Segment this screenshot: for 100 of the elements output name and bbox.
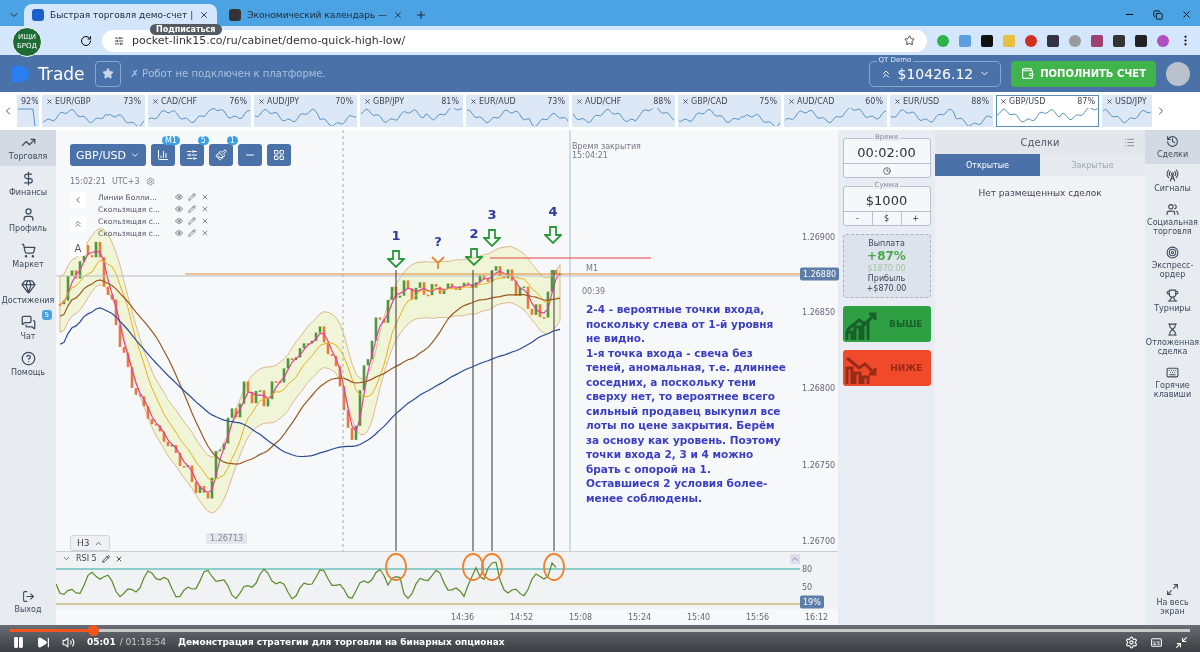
restore-icon[interactable] [1153, 10, 1163, 20]
sidebar-item[interactable]: Финансы [0, 166, 56, 202]
brush-icon [214, 149, 227, 161]
down-arrow-icon [465, 248, 483, 266]
exit-button[interactable]: Выход [0, 585, 56, 619]
browser-tab[interactable]: Быстрая торговля демо-счет | [24, 4, 218, 26]
rsi-level-label: 80 [802, 564, 813, 574]
extension-icon[interactable] [1135, 34, 1147, 47]
progress-handle[interactable] [87, 625, 99, 636]
close-icon[interactable] [576, 98, 583, 105]
avatar[interactable] [1166, 61, 1190, 86]
extension-icon[interactable] [1047, 34, 1059, 47]
next-icon[interactable] [37, 635, 50, 649]
pencil-icon[interactable] [188, 217, 196, 225]
asset-card[interactable]: EUR/AUD 73% [466, 95, 569, 127]
asset-card[interactable]: GBP/USD 87% [996, 95, 1099, 127]
close-icon[interactable] [152, 98, 159, 105]
eye-icon[interactable] [175, 205, 183, 213]
star-icon [101, 67, 114, 80]
asset-card[interactable]: 92% [17, 95, 39, 127]
close-icon[interactable] [364, 98, 371, 105]
rsi-level-label: 50 [802, 582, 813, 592]
exit-fullscreen-icon[interactable] [1175, 635, 1188, 649]
sidebar-item[interactable]: Сигналы [1145, 164, 1200, 198]
close-icon[interactable] [201, 217, 209, 225]
close-icon[interactable] [114, 554, 123, 563]
pair-selector[interactable]: GBP/USD [70, 144, 146, 166]
eye-icon[interactable] [175, 217, 183, 225]
asset-card[interactable]: CAD/CHF 76% [148, 95, 251, 127]
close-icon[interactable] [1000, 98, 1007, 105]
fullscreen-button[interactable]: На весь экран [1145, 578, 1200, 621]
toolbar-button[interactable] [150, 144, 175, 166]
reload-icon[interactable] [80, 34, 92, 47]
captions-icon[interactable] [1150, 635, 1163, 649]
amount-button[interactable]: + [900, 212, 930, 225]
asset-card[interactable]: EUR/USD 88% [890, 95, 993, 127]
close-icon[interactable] [201, 205, 209, 213]
layout-button[interactable] [266, 144, 291, 166]
close-icon[interactable] [46, 98, 53, 105]
robot-status: ✗ Робот не подключен к платформе. [130, 68, 327, 79]
browser-tab[interactable]: Экономический календарь — [221, 4, 412, 26]
sidebar-item[interactable]: Социальная торговля [1145, 198, 1200, 241]
sidebar-item[interactable]: Сделки [1145, 130, 1200, 164]
asset-card[interactable]: GBP/CAD 75% [678, 95, 781, 127]
close-icon[interactable] [788, 98, 795, 105]
asset-card[interactable]: AUD/CHF 88% [572, 95, 675, 127]
deals-tab[interactable]: Открытые [935, 154, 1040, 176]
sidebar-item[interactable]: Достижения [0, 274, 56, 310]
profit-value: +$870.00 [866, 284, 907, 293]
extension-icon[interactable] [981, 34, 993, 47]
text-tool-button[interactable]: A [70, 240, 86, 256]
volume-icon[interactable] [62, 635, 75, 649]
url-text: pocket-link15.co/ru/cabinet/demo-quick-high-low/ [132, 34, 407, 47]
zoom-button[interactable]: H3 [70, 535, 110, 551]
close-icon[interactable] [201, 229, 209, 237]
sidebar-item[interactable]: Помощь [0, 346, 56, 382]
extension-icon[interactable] [1113, 34, 1125, 47]
favicon-icon [32, 9, 44, 21]
sidebar-item[interactable]: Отложенная сделка [1145, 318, 1200, 361]
sidebar-item[interactable]: Профиль [0, 202, 56, 238]
pencil-icon[interactable] [101, 554, 110, 563]
toolbar-button[interactable] [208, 144, 233, 166]
new-tab-icon[interactable] [415, 9, 428, 21]
close-icon[interactable] [199, 10, 210, 20]
asset-name: AUD/JPY [267, 97, 300, 106]
sidebar-item[interactable]: Маркет [0, 238, 56, 274]
close-icon[interactable] [258, 98, 265, 105]
sidebar-item[interactable]: Турниры [1145, 284, 1200, 318]
caret-icon[interactable] [62, 554, 71, 563]
list-icon[interactable] [1124, 136, 1135, 148]
asset-percent: 88% [971, 97, 989, 106]
close-icon[interactable] [682, 98, 689, 105]
asset-card[interactable]: EUR/GBP 73% [42, 95, 145, 127]
close-icon[interactable] [470, 98, 477, 105]
amount-button[interactable]: - [843, 212, 872, 225]
close-icon[interactable] [393, 10, 404, 20]
toolbar-button[interactable] [179, 144, 204, 166]
sidebar-item[interactable]: Экспресс-ордер [1145, 241, 1200, 284]
pause-icon[interactable] [12, 635, 25, 649]
site-settings-icon[interactable] [114, 35, 124, 46]
sliders-icon [185, 149, 198, 161]
asset-card[interactable]: USD/JPY [1102, 95, 1152, 127]
pencil-icon[interactable] [188, 229, 196, 237]
asset-card[interactable]: AUD/JPY 70% [254, 95, 357, 127]
close-icon[interactable] [894, 98, 901, 105]
sidebar-item[interactable]: Горячие клавиши [1145, 361, 1200, 404]
bookmark-icon[interactable] [904, 35, 915, 46]
eye-icon[interactable] [175, 229, 183, 237]
close-icon[interactable] [1106, 98, 1113, 105]
eye-icon[interactable] [175, 193, 183, 201]
pencil-icon[interactable] [188, 205, 196, 213]
close-icon[interactable] [1181, 9, 1192, 20]
asset-card[interactable]: AUD/CAD 60% [784, 95, 887, 127]
close-icon[interactable] [201, 193, 209, 201]
asset-card[interactable]: GBP/JPY 81% [360, 95, 463, 127]
sidebar-item[interactable]: Торговля [0, 130, 56, 166]
amount-button[interactable]: $ [871, 212, 901, 225]
pencil-icon[interactable] [188, 193, 196, 201]
line-tool-button[interactable] [237, 144, 262, 166]
favorites-button[interactable] [94, 60, 121, 87]
